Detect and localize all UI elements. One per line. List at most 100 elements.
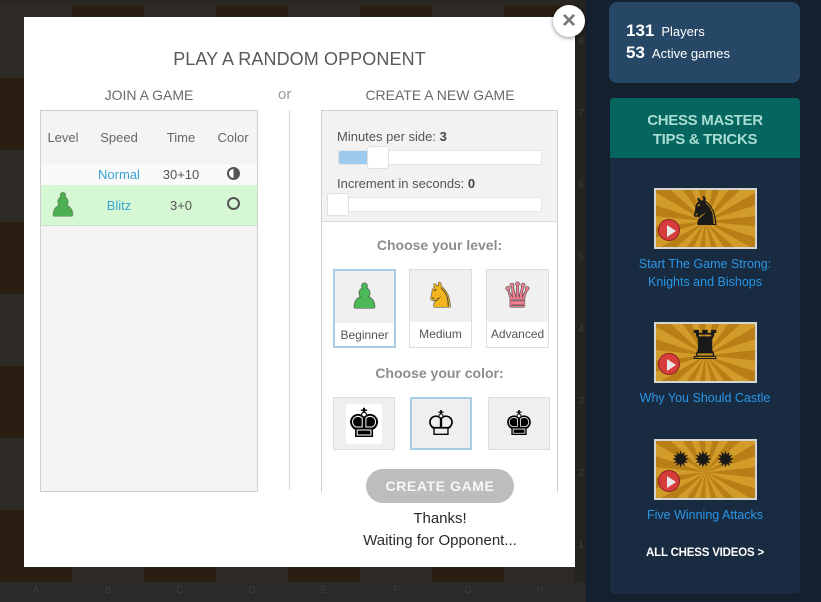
- queen-icon: ♛: [487, 270, 548, 322]
- video-title-line2: Knights and Bishops: [648, 275, 762, 289]
- tips-title-line2: TIPS & TRICKS: [652, 131, 758, 148]
- black-king-icon: ♚: [503, 404, 535, 443]
- explosion-icon: ✹✹✹: [671, 447, 739, 472]
- play-random-opponent-modal: PLAY A RANDOM OPPONENT JOIN A GAME or CR…: [24, 17, 575, 567]
- thanks-message: Thanks!: [413, 510, 467, 527]
- increment-slider-handle[interactable]: [327, 193, 349, 216]
- minutes-value: 3: [439, 129, 447, 144]
- half-king-icon: ♚: [346, 401, 382, 446]
- rank-label: 8: [578, 36, 584, 47]
- level-advanced-button[interactable]: ♛ Advanced: [486, 269, 549, 348]
- rank-label: 1: [578, 540, 584, 551]
- column-header-level: Level: [47, 130, 79, 145]
- file-label: E: [320, 585, 328, 596]
- create-game-button[interactable]: CREATE GAME: [366, 469, 514, 503]
- create-game-title: CREATE A NEW GAME: [365, 87, 515, 103]
- rank-label: 3: [578, 396, 584, 407]
- table-row[interactable]: Normal 30+10: [41, 164, 257, 185]
- color-random-button[interactable]: ♚: [333, 397, 395, 450]
- column-header-speed: Speed: [100, 130, 138, 145]
- white-color-icon: [226, 197, 240, 210]
- join-game-title: JOIN A GAME: [104, 87, 194, 103]
- pawn-icon: ♟: [48, 187, 78, 223]
- file-label: A: [32, 585, 40, 596]
- color-white-button[interactable]: ♔: [410, 397, 472, 450]
- table-header: Level Speed Time Color: [41, 111, 257, 164]
- file-label: F: [392, 585, 400, 596]
- video-title-link[interactable]: Five Winning Attacks: [610, 506, 800, 524]
- row-color: [209, 197, 257, 213]
- rank-label: 6: [578, 180, 584, 191]
- file-label: D: [248, 585, 256, 596]
- file-label: B: [104, 585, 112, 596]
- play-icon: [657, 470, 680, 492]
- video-thumbnail[interactable]: ✹✹✹: [653, 439, 757, 500]
- pawn-glyph: ♟: [349, 278, 380, 316]
- close-modal-button[interactable]: ×: [553, 5, 585, 37]
- row-speed: Normal: [98, 167, 140, 182]
- table-row-selected[interactable]: ♟ Blitz 3+0: [41, 185, 257, 226]
- video-title-link[interactable]: Start The Game Strong: Knights and Bisho…: [610, 255, 800, 291]
- video-title-link[interactable]: Why You Should Castle: [610, 389, 800, 407]
- tips-title-line1: CHESS MASTER: [647, 112, 763, 129]
- rank-label: 7: [578, 108, 584, 119]
- minutes-slider-fill: [339, 151, 370, 164]
- file-labels: A B C D E F G H: [0, 582, 586, 602]
- pawn-icon: ♟: [335, 271, 394, 323]
- increment-label-text: Increment in seconds:: [337, 176, 465, 191]
- games-stat: 53 Active games: [626, 43, 800, 65]
- row-time: 30+10: [162, 167, 200, 182]
- level-beginner-button[interactable]: ♟ Beginner: [333, 269, 396, 348]
- play-icon: [657, 353, 680, 375]
- choose-color-label: Choose your color:: [375, 365, 504, 381]
- level-label: Beginner: [340, 328, 389, 342]
- games-label: Active games: [651, 46, 730, 61]
- video-thumbnail[interactable]: ♞: [653, 188, 757, 249]
- file-label: G: [464, 585, 472, 596]
- players-label: Players: [661, 24, 705, 39]
- players-count: 131: [626, 21, 655, 40]
- level-label: Advanced: [490, 327, 545, 341]
- knight-glyph: ♞: [425, 277, 456, 315]
- minutes-label-text: Minutes per side:: [337, 129, 436, 144]
- video-item[interactable]: ♜ Why You Should Castle: [610, 322, 800, 407]
- rank-label-strip: [575, 0, 586, 602]
- minutes-slider-handle[interactable]: [367, 146, 390, 169]
- join-game-table: Level Speed Time Color Normal 30+10 ♟ Bl…: [40, 110, 258, 492]
- increment-label: Increment in seconds: 0: [337, 176, 475, 191]
- file-label: C: [176, 585, 184, 596]
- random-color-icon: [226, 166, 240, 180]
- queen-glyph: ♛: [502, 277, 533, 315]
- row-color: [209, 166, 257, 183]
- color-black-button[interactable]: ♚: [488, 397, 550, 450]
- video-title-line1: Start The Game Strong:: [638, 257, 772, 271]
- minutes-slider[interactable]: [338, 146, 542, 169]
- page: A B C D E F G H 8 7 6 5 4 3 2 1 PLAY A RANDOM OPPONENT…: [0, 0, 821, 602]
- level-medium-button[interactable]: ♞ Medium: [409, 269, 472, 348]
- rank-label: 5: [578, 252, 584, 263]
- video-item[interactable]: ✹✹✹ Five Winning Attacks: [610, 439, 800, 524]
- file-label: H: [536, 585, 544, 596]
- minutes-label: Minutes per side: 3: [337, 129, 447, 144]
- video-thumbnail[interactable]: ♜: [653, 322, 757, 383]
- close-icon: ×: [561, 7, 576, 34]
- video-item[interactable]: ♞ Start The Game Strong: Knights and Bis…: [610, 188, 800, 291]
- rank-label: 2: [578, 468, 584, 479]
- rank-label: 4: [578, 324, 584, 335]
- increment-slider[interactable]: [327, 193, 542, 216]
- column-header-time: Time: [166, 130, 196, 145]
- choose-level-label: Choose your level:: [376, 237, 503, 253]
- row-time: 3+0: [169, 197, 193, 213]
- time-controls: Minutes per side: 3 Increment in seconds…: [322, 111, 557, 222]
- column-divider: [289, 110, 290, 490]
- row-speed: Blitz: [106, 197, 132, 213]
- knight-icon: ♞: [410, 270, 471, 322]
- column-header-color: Color: [217, 130, 249, 145]
- level-label: Medium: [419, 327, 462, 341]
- create-game-panel: Minutes per side: 3 Increment in seconds…: [321, 110, 558, 492]
- all-chess-videos-link[interactable]: ALL CHESS VIDEOS >: [610, 547, 800, 559]
- white-king-icon: ♔: [425, 404, 457, 443]
- play-icon: [657, 219, 680, 241]
- tips-header: CHESS MASTER TIPS & TRICKS: [610, 98, 800, 158]
- modal-title: PLAY A RANDOM OPPONENT: [173, 49, 426, 69]
